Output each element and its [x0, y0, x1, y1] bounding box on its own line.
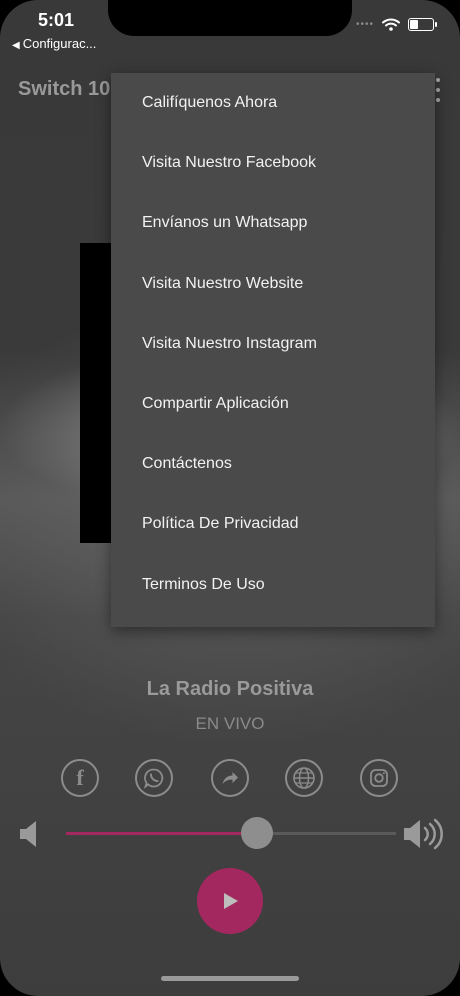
app-title: Switch 10	[18, 78, 111, 100]
back-triangle-icon: ◀	[12, 40, 20, 51]
menu-item-whatsapp[interactable]: Envíanos un Whatsapp	[111, 193, 435, 253]
back-link-label: Configurac...	[22, 36, 97, 51]
status-icons: ••••	[355, 18, 437, 31]
volume-high-icon	[402, 815, 446, 858]
station-name: La Radio Positiva	[146, 678, 314, 700]
volume-low-icon	[18, 818, 40, 855]
social-links: f	[0, 759, 460, 797]
volume-slider-fill	[66, 832, 258, 835]
menu-item-terms-of-use[interactable]: Terminos De Uso	[111, 555, 435, 615]
live-status: EN VIVO	[195, 714, 265, 733]
home-indicator[interactable]	[161, 976, 299, 981]
more-options-icon[interactable]	[434, 78, 442, 102]
status-time: 5:01	[38, 10, 75, 30]
menu-item-website[interactable]: Visita Nuestro Website	[111, 254, 435, 314]
cellular-signal-icon: ••••	[355, 19, 374, 30]
menu-item-instagram[interactable]: Visita Nuestro Instagram	[111, 314, 435, 374]
phone-screen: 5:01 ◀ Configurac... •••• Switch 10 Calif…	[0, 0, 460, 996]
play-icon	[224, 893, 238, 909]
facebook-icon[interactable]: f	[61, 759, 99, 797]
menu-item-privacy-policy[interactable]: Política De Privacidad	[111, 494, 435, 554]
wifi-icon	[382, 18, 400, 31]
instagram-icon[interactable]	[360, 759, 398, 797]
play-button[interactable]	[197, 868, 263, 934]
volume-slider[interactable]	[66, 817, 396, 849]
globe-icon[interactable]	[285, 759, 323, 797]
options-menu: Califíquenos Ahora Visita Nuestro Facebo…	[111, 73, 435, 627]
menu-item-share-app[interactable]: Compartir Aplicación	[111, 374, 435, 434]
menu-item-rate-us[interactable]: Califíquenos Ahora	[111, 73, 435, 133]
battery-icon	[408, 18, 437, 31]
whatsapp-icon[interactable]	[135, 759, 173, 797]
back-to-settings-link[interactable]: ◀ Configurac...	[12, 36, 96, 51]
menu-item-contact[interactable]: Contáctenos	[111, 434, 435, 494]
volume-slider-thumb[interactable]	[241, 817, 274, 849]
notch	[108, 0, 352, 36]
menu-item-facebook[interactable]: Visita Nuestro Facebook	[111, 133, 435, 193]
share-icon[interactable]	[211, 759, 249, 797]
